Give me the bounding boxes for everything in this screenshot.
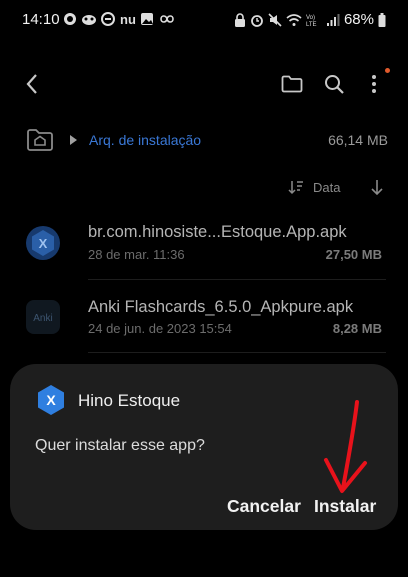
sort-label: Data [313,180,341,195]
folder-size: 66,14 MB [328,132,388,148]
file-date: 24 de jun. de 2023 15:54 [88,321,232,336]
breadcrumb-arrow-icon [70,135,77,145]
more-options-icon [372,75,376,93]
home-folder-icon[interactable] [26,128,54,152]
sort-row: Data [0,172,408,202]
chat-icon [64,13,76,25]
signal-icon [326,13,340,26]
volte-text: Vo) [306,15,315,21]
status-time: 14:10 [22,11,60,28]
toolbar [0,62,408,106]
status-left-icons: nu [63,12,176,26]
dialog-question: Quer instalar esse app? [35,437,205,454]
install-button[interactable]: Instalar [314,496,376,517]
apk-icon-letter: X [39,236,48,251]
list-item[interactable]: X br.com.hinosiste...Estoque.App.apk 28 … [0,212,408,284]
file-size: 27,50 MB [325,247,382,262]
divider [88,279,386,280]
wifi-icon [286,13,302,26]
file-name: Anki Flashcards_6.5.0_Apkpure.apk [88,298,354,316]
volte-icon: Vo)LTE [306,15,317,27]
apk-app-icon: X [26,226,60,260]
folder-button[interactable] [276,68,308,100]
sort-direction-icon[interactable] [370,179,384,195]
notification-dot [385,68,390,73]
infinity-icon [160,15,174,23]
anki-icon-text: Anki [33,313,52,324]
status-right-icons: Vo) LTE 68% [234,11,386,28]
list-item[interactable]: Anki Anki Flashcards_6.5.0_Apkpure.apk 2… [0,284,408,356]
sort-icon [288,181,303,195]
breadcrumb-current-folder[interactable]: Arq. de instalação [89,132,201,148]
more-options-button[interactable] [358,68,390,100]
anki-app-icon: Anki [26,300,60,334]
hino-estoque-app-icon: X [38,385,64,415]
file-date: 28 de mar. 11:36 [88,247,185,262]
path-row: Arq. de instalação 66,14 MB [0,122,408,158]
svg-text:LTE: LTE [306,22,317,27]
folder-icon [281,75,303,93]
status-bar: 14:10 nu Vo) LTE 68% [0,0,408,40]
install-dialog: X Hino Estoque Quer instalar esse app? C… [10,364,398,530]
battery-percent: 68% [343,11,374,28]
cancel-button[interactable]: Cancelar [227,496,301,517]
alarm-icon [251,14,263,27]
search-icon [325,75,344,94]
link-icon [101,12,115,26]
mute-icon [268,12,282,27]
mask-icon [82,15,96,25]
file-name: br.com.hinosiste...Estoque.App.apk [88,223,347,241]
file-size: 8,28 MB [332,321,382,336]
back-icon [26,74,37,94]
nu-app-icon: nu [120,12,136,26]
lock-icon [234,12,245,27]
back-button[interactable] [16,68,48,100]
gallery-icon [141,13,153,25]
dialog-icon-letter: X [46,392,56,408]
nu-text: nu [120,12,136,26]
search-button[interactable] [318,68,350,100]
dialog-app-name: Hino Estoque [78,391,181,410]
battery-icon [378,12,386,27]
divider [88,352,386,353]
